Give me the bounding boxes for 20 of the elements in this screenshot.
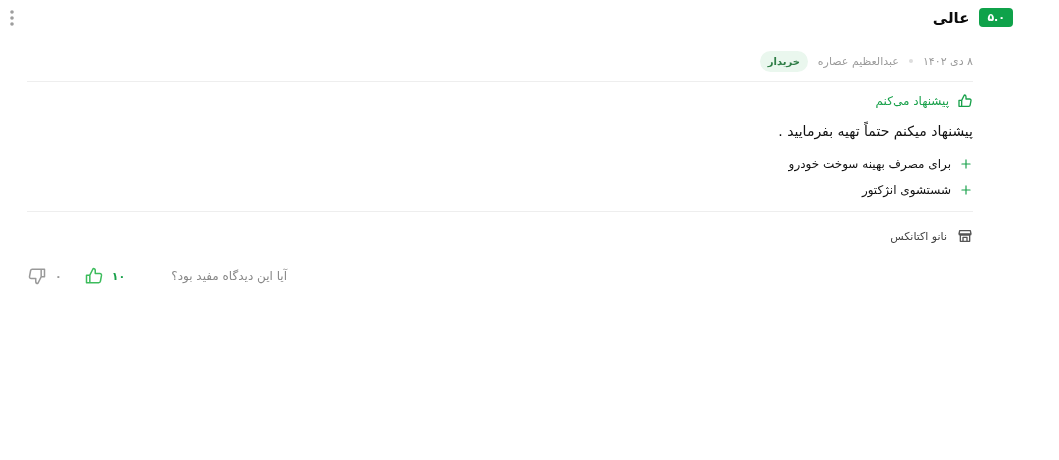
buyer-badge: خریدار [759, 50, 808, 72]
seller-name: نانو اکتانکس [890, 229, 947, 243]
rating-label: عالی [932, 8, 970, 27]
plus-icon [959, 183, 973, 197]
recommendation-text: پیشنهاد می‌کنم [875, 94, 949, 108]
thumbs-up-icon [957, 93, 973, 109]
like-button[interactable]: ۱۰ [83, 266, 126, 286]
review-text: پیشنهاد میکنم حتماً تهیه بفرمایید . [777, 123, 973, 139]
more-menu-icon[interactable] [10, 9, 14, 26]
thumbs-down-icon [27, 266, 47, 286]
helpful-question: آیا این دیدگاه مفید بود؟ [171, 269, 287, 283]
plus-icon [959, 157, 973, 171]
store-icon [957, 228, 973, 244]
thumbs-up-icon [83, 266, 104, 286]
point-text: شستشوی انژکتور [861, 183, 951, 197]
dislike-button[interactable]: ۰ [27, 266, 62, 286]
author-name: عبدالعظیم عصاره [817, 54, 899, 68]
score-badge: ۵.۰ [979, 8, 1013, 27]
review-date: ۸ دی ۱۴۰۲ [922, 54, 973, 68]
point-text: برای مصرف بهینه سوخت خودرو [788, 157, 951, 171]
